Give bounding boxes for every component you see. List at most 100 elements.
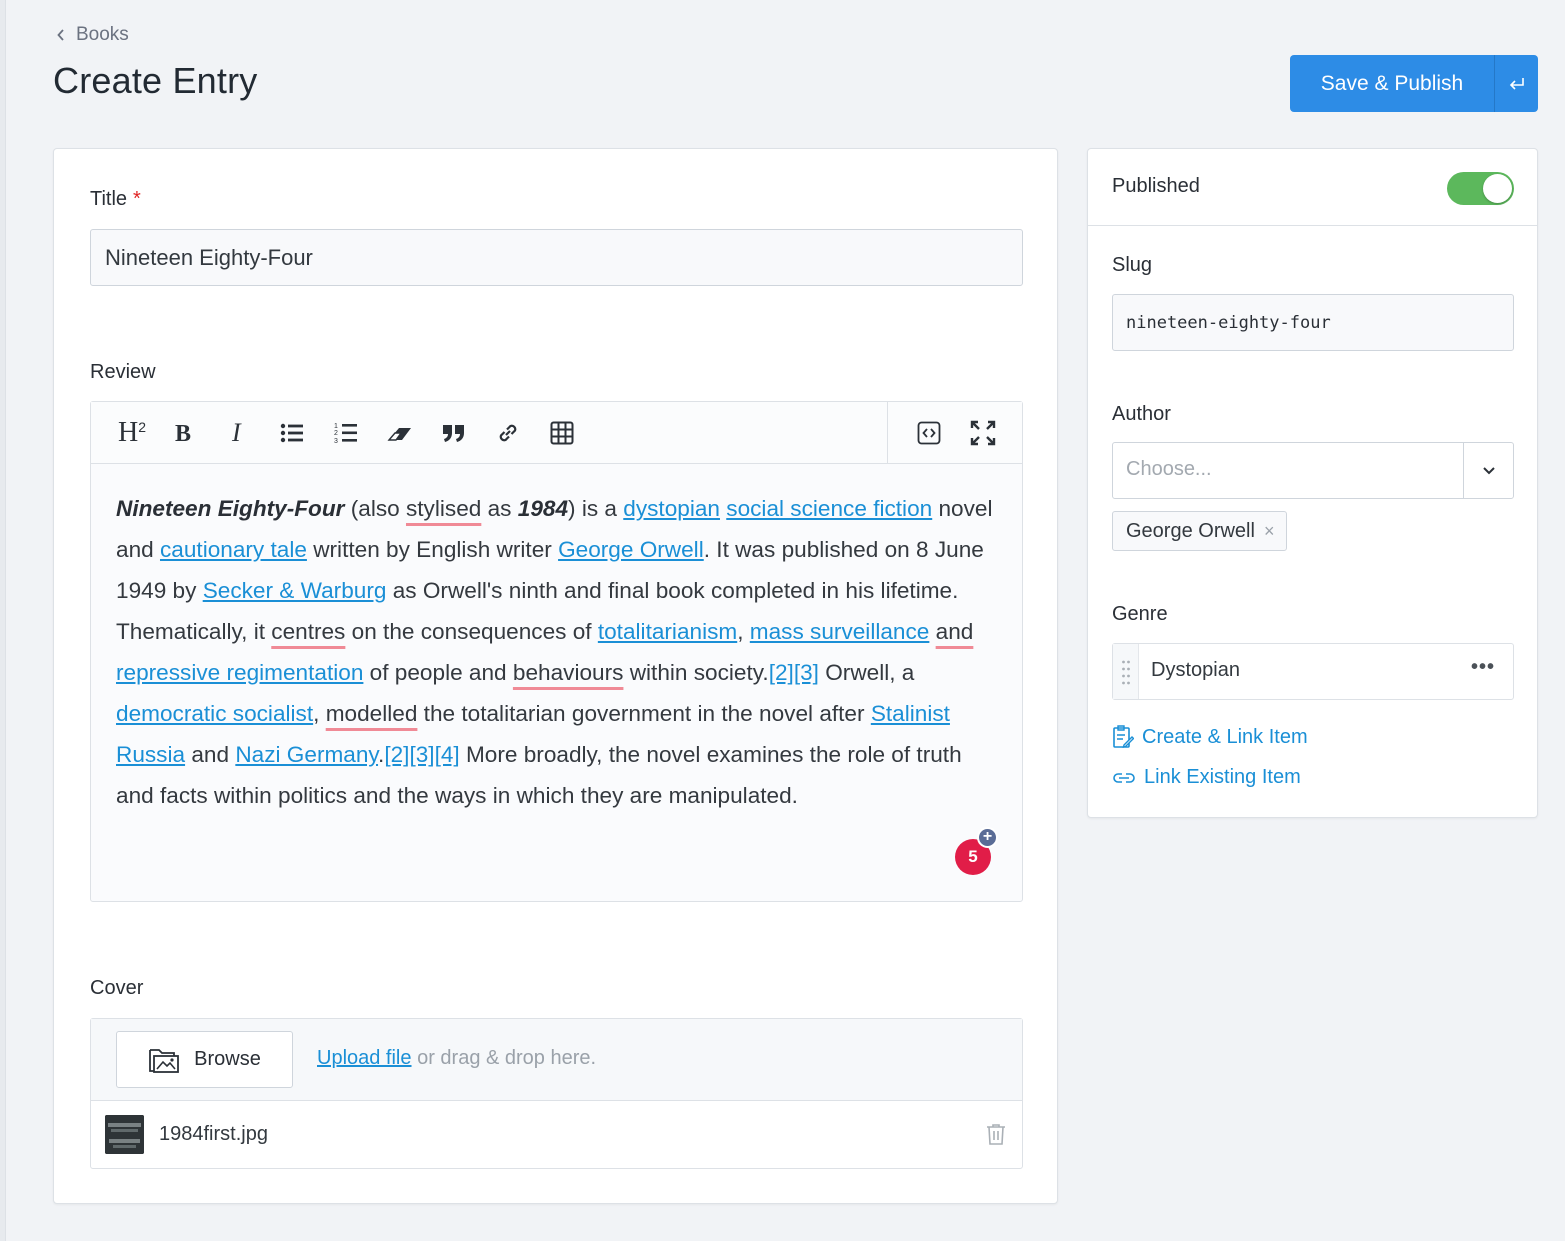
file-name: 1984first.jpg [159,1123,268,1145]
published-label: Published [1112,175,1200,197]
chain-link-icon [1113,772,1135,783]
svg-text:B: B [175,422,191,444]
file-thumbnail [105,1115,144,1154]
link-existing-label: Link Existing Item [1144,766,1301,788]
review-link[interactable]: repressive regimentation [116,660,363,685]
review-link[interactable]: Secker & Warburg [203,578,387,603]
review-text: (also [344,496,406,521]
code-view-icon[interactable] [912,416,946,450]
editor-toolbar: H2 B I 123 [91,402,1022,464]
book-alt-title-text: 1984 [517,496,569,521]
review-link[interactable]: Nazi Germany [235,742,378,767]
published-toggle[interactable] [1447,172,1514,205]
genre-label: Genre [1112,603,1168,625]
link-icon[interactable] [491,416,525,450]
published-row: Published [1088,149,1537,226]
image-folder-icon [149,1048,180,1073]
title-label-text: Title [90,188,128,210]
save-publish-button[interactable]: Save & Publish [1290,55,1494,112]
italic-icon[interactable]: I [221,416,255,450]
remove-tag-icon[interactable]: × [1264,521,1275,542]
upload-dropzone[interactable]: Browse Upload file or drag & drop here. [91,1019,1022,1101]
drag-handle-icon[interactable] [1113,644,1139,699]
review-text: and [185,742,236,767]
chevron-left-icon [57,29,64,41]
genre-item: Dystopian ••• [1112,643,1514,700]
title-label: Title * [90,188,141,211]
slug-label: Slug [1112,254,1153,276]
review-text: written by English writer [306,537,559,562]
slug-input[interactable]: nineteen-eighty-four [1112,294,1514,351]
review-link[interactable]: George Orwell [558,537,704,562]
review-link[interactable]: social science fiction [726,496,932,521]
browse-button[interactable]: Browse [116,1031,293,1088]
review-link[interactable]: totalitarianism [598,619,737,644]
svg-text:2: 2 [334,430,338,437]
trash-icon [987,1124,1005,1145]
title-input[interactable]: Nineteen Eighty-Four [90,229,1023,286]
required-mark: * [133,188,141,210]
svg-text:3: 3 [334,438,338,444]
genre-item-label: Dystopian [1151,659,1240,681]
quote-icon[interactable] [437,416,471,450]
bullet-list-icon[interactable] [275,416,309,450]
review-text: of people and [363,660,513,685]
chevron-down-icon [1482,466,1495,474]
author-placeholder: Choose... [1126,458,1212,480]
author-tag-label: George Orwell [1126,519,1255,542]
publish-enter-button[interactable] [1494,55,1538,112]
title-input-value: Nineteen Eighty-Four [105,244,313,270]
breadcrumb-back[interactable]: Books [56,24,129,46]
review-link[interactable]: cautionary tale [160,537,307,562]
toggle-knob [1483,174,1512,203]
upload-file-link[interactable]: Upload file [317,1047,412,1069]
review-text: , [313,701,326,726]
entry-form-card: Title * Nineteen Eighty-Four Review H2 B … [53,148,1058,1204]
more-options-icon[interactable]: ••• [1471,656,1495,679]
author-tag: George Orwell × [1112,511,1288,551]
grammar-plus-icon[interactable]: + [977,827,998,848]
review-text: ) is a [568,496,624,521]
spell-flag[interactable]: modelled [326,701,418,726]
spell-flag[interactable]: behaviours [513,660,624,685]
review-text: within society. [623,660,769,685]
delete-file-button[interactable] [986,1123,1006,1150]
author-dropdown-toggle[interactable] [1463,443,1513,498]
upload-hint-text: or drag & drop here. [411,1047,597,1069]
review-text: , [737,619,750,644]
svg-text:I: I [231,422,242,444]
enter-key-icon [1509,77,1524,90]
bold-icon[interactable]: B [167,416,201,450]
spell-flag[interactable]: centres [271,619,345,644]
create-item-icon [1113,725,1134,748]
citation-link[interactable]: [2] [769,660,794,685]
citation-link[interactable]: [3] [409,742,434,767]
review-link[interactable]: democratic socialist [116,701,313,726]
review-label: Review [90,361,156,383]
publish-button-group: Save & Publish [1290,55,1538,112]
author-select[interactable]: Choose... [1112,442,1514,499]
heading-icon[interactable]: H2 [112,416,152,450]
ordered-list-icon[interactable]: 123 [329,416,363,450]
table-icon[interactable] [545,416,579,450]
citation-link[interactable]: [3] [794,660,819,685]
review-content[interactable]: Nineteen Eighty-Four (also stylised as 1… [116,488,996,816]
link-existing-item-button[interactable]: Link Existing Item [1112,766,1301,789]
review-text: as [481,496,518,521]
review-editor: H2 B I 123 Nineteen Eighty-Four (also st… [90,401,1023,902]
spell-flag[interactable]: stylised [406,496,481,521]
create-link-label: Create & Link Item [1142,725,1308,748]
eraser-icon[interactable] [383,416,417,450]
fullscreen-icon[interactable] [966,416,1000,450]
entry-settings-card: Published Slug nineteen-eighty-four Auth… [1087,148,1538,818]
author-label: Author [1112,403,1171,425]
book-title-text: Nineteen Eighty-Four [116,496,345,521]
create-link-item-button[interactable]: Create & Link Item [1112,725,1308,749]
review-link[interactable]: mass surveillance [750,619,930,644]
review-link[interactable]: dystopian [623,496,720,521]
spell-flag[interactable]: and [936,619,974,644]
citation-link[interactable]: [4] [435,742,460,767]
browse-label: Browse [194,1048,261,1070]
review-text: on the consequences of [345,619,598,644]
citation-link[interactable]: [2] [384,742,409,767]
